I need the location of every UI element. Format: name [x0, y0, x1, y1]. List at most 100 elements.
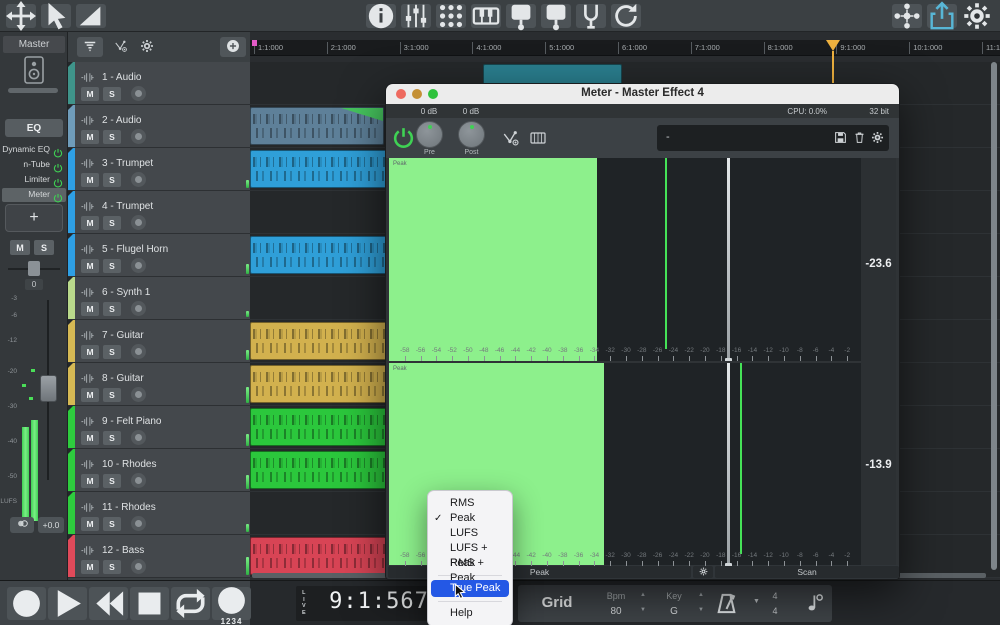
power-icon[interactable] [53, 160, 63, 170]
plugin-automation-button[interactable] [502, 129, 520, 147]
mute-button[interactable]: M [81, 431, 99, 445]
master-effects-button[interactable] [541, 4, 571, 28]
track-name[interactable]: 2 - Audio [102, 115, 141, 126]
preset-selector[interactable]: - [657, 125, 889, 151]
master-fader-handle[interactable] [40, 375, 57, 402]
record-arm-button[interactable] [131, 86, 146, 101]
menu-item-help[interactable]: Help [428, 606, 512, 621]
record-arm-button[interactable] [131, 516, 146, 531]
window-titlebar[interactable]: Meter - Master Effect 4 [386, 84, 899, 104]
track-row[interactable]: 1 - AudioMS [68, 62, 250, 105]
key-up-arrow[interactable]: ▲ [698, 592, 704, 598]
settings-button[interactable] [962, 4, 992, 28]
tuner-button[interactable] [576, 4, 606, 28]
power-icon[interactable] [53, 145, 63, 155]
track-name[interactable]: 11 - Rhodes [102, 502, 156, 513]
mute-button[interactable]: M [81, 173, 99, 187]
track-name[interactable]: 10 - Rhodes [102, 459, 156, 470]
mute-button[interactable]: M [81, 474, 99, 488]
mute-button[interactable]: M [81, 388, 99, 402]
track-name[interactable]: 3 - Trumpet [102, 158, 153, 169]
record-arm-button[interactable] [131, 258, 146, 273]
record-arm-button[interactable] [131, 559, 146, 574]
record-arm-button[interactable] [131, 473, 146, 488]
track-row[interactable]: 9 - Felt PianoMS [68, 406, 250, 449]
track-name[interactable]: 6 - Synth 1 [102, 287, 150, 298]
master-zoom-slider[interactable] [8, 88, 58, 93]
mixer-button[interactable] [401, 4, 431, 28]
mute-button[interactable]: M [81, 345, 99, 359]
record-arm-button[interactable] [131, 215, 146, 230]
mute-button[interactable]: M [81, 130, 99, 144]
record-arm-button[interactable] [131, 430, 146, 445]
master-effect-item[interactable]: Dynamic EQ [2, 143, 66, 157]
eq-button[interactable]: EQ [5, 119, 63, 137]
move-tool-button[interactable] [6, 4, 36, 28]
master-mute-button[interactable]: M [10, 240, 30, 255]
bpm-value[interactable]: 80 [596, 606, 636, 617]
scan-cursor-line[interactable] [727, 363, 730, 566]
track-name[interactable]: 5 - Flugel Horn [102, 244, 168, 255]
pre-gain-knob[interactable] [416, 121, 443, 148]
add-effect-button[interactable]: + [5, 204, 63, 232]
track-row[interactable]: 8 - GuitarMS [68, 363, 250, 406]
tempo-note-button[interactable] [802, 592, 824, 614]
solo-button[interactable]: S [103, 560, 121, 574]
menu-item-rms-peak[interactable]: RMS + Peak [428, 556, 512, 571]
solo-button[interactable]: S [103, 517, 121, 531]
pan-slider-handle[interactable] [28, 261, 40, 276]
key-down-arrow[interactable]: ▼ [698, 607, 704, 613]
bpm-up-arrow[interactable]: ▲ [640, 592, 646, 598]
track-list-menu-button[interactable] [77, 37, 103, 57]
scan-cursor-line[interactable] [727, 158, 730, 361]
record-arm-button[interactable] [131, 129, 146, 144]
master-gain-value[interactable]: +0.0 [38, 517, 64, 533]
sync-button[interactable] [611, 4, 641, 28]
menu-item-peak[interactable]: ✓Peak [428, 511, 512, 526]
track-name[interactable]: 9 - Felt Piano [102, 416, 161, 427]
menu-item-true-peak[interactable]: True Peak [431, 580, 509, 597]
key-value[interactable]: G [654, 606, 694, 617]
track-row[interactable]: 4 - TrumpetMS [68, 191, 250, 234]
track-name[interactable]: 8 - Guitar [102, 373, 144, 384]
record-arm-button[interactable] [131, 301, 146, 316]
meter-settings-button[interactable] [693, 566, 713, 578]
solo-button[interactable]: S [103, 388, 121, 402]
track-name[interactable]: 12 - Bass [102, 545, 144, 556]
record-arm-button[interactable] [131, 344, 146, 359]
preset-settings-button[interactable] [871, 131, 884, 144]
automation-button[interactable] [112, 39, 129, 56]
bpm-down-arrow[interactable]: ▼ [640, 607, 646, 613]
add-track-button[interactable] [220, 37, 246, 57]
save-preset-button[interactable] [834, 131, 847, 144]
track-row[interactable]: 10 - RhodesMS [68, 449, 250, 492]
timeline-ruler[interactable]: 1:1:0002:1:0003:1:0004:1:0005:1:0006:1:0… [250, 40, 1000, 56]
mute-button[interactable]: M [81, 259, 99, 273]
mute-button[interactable]: M [81, 302, 99, 316]
add-ons-button[interactable] [892, 4, 922, 28]
post-gain-knob[interactable] [458, 121, 485, 148]
track-effects-button[interactable] [506, 4, 536, 28]
mute-button[interactable]: M [81, 560, 99, 574]
track-row[interactable]: 12 - BassMS [68, 535, 250, 578]
routing-matrix-button[interactable] [436, 4, 466, 28]
track-name[interactable]: 1 - Audio [102, 72, 141, 83]
audio-clip[interactable] [250, 107, 384, 145]
fade-out-handle[interactable] [341, 108, 383, 121]
grid-label[interactable]: Grid [530, 594, 584, 611]
time-signature-bottom[interactable]: 4 [768, 606, 782, 616]
metronome-dropdown-arrow[interactable]: ▼ [753, 598, 760, 605]
mute-button[interactable]: M [81, 517, 99, 531]
track-row[interactable]: 5 - Flugel HornMS [68, 234, 250, 277]
menu-item-lufs-peak[interactable]: LUFS + Peak [428, 541, 512, 556]
solo-button[interactable]: S [103, 302, 121, 316]
count-in-button[interactable]: 1234 [212, 587, 251, 620]
master-effect-item[interactable]: Limiter [2, 173, 66, 187]
solo-button[interactable]: S [103, 474, 121, 488]
track-row[interactable]: 2 - AudioMS [68, 105, 250, 148]
rewind-button[interactable] [89, 587, 128, 620]
vertical-scrollbar[interactable] [991, 62, 997, 570]
mute-button[interactable]: M [81, 216, 99, 230]
track-row[interactable]: 6 - Synth 1MS [68, 277, 250, 320]
info-button[interactable] [366, 4, 396, 28]
